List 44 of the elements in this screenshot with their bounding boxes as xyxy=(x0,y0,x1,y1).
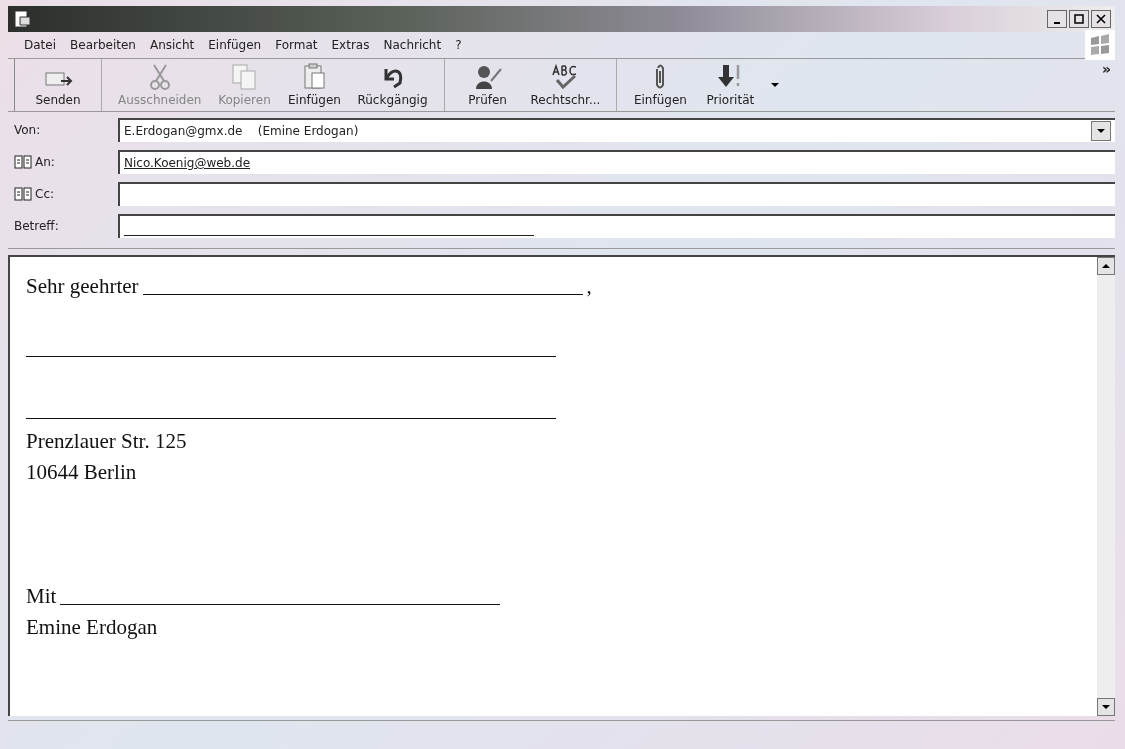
dropdown-arrow-icon[interactable] xyxy=(771,83,780,87)
menu-item[interactable]: Extras xyxy=(331,38,370,52)
close-icon xyxy=(1096,14,1106,24)
menu-item[interactable]: Nachricht xyxy=(383,38,442,52)
input-field[interactable]: Nico.Koenig@web.de xyxy=(118,150,1115,174)
field-label: Cc: xyxy=(35,187,55,201)
input-field[interactable] xyxy=(118,214,1115,238)
menu-item[interactable]: Einfügen xyxy=(208,38,262,52)
toolbar-button[interactable]: Rechtschr... xyxy=(522,59,609,111)
toolbar-overflow-chevron[interactable]: » xyxy=(1097,59,1115,111)
menu-item[interactable]: ? xyxy=(455,38,462,52)
sender-dropdown[interactable]: E.Erdogan@gmx.de (Emine Erdogan) xyxy=(118,118,1115,142)
vertical-scrollbar[interactable] xyxy=(1097,257,1115,716)
envelope-page-icon xyxy=(12,9,32,29)
maximize-button[interactable] xyxy=(1069,10,1089,28)
field-label: An: xyxy=(35,155,55,169)
address-book-icon[interactable] xyxy=(14,187,32,201)
body-text: 10644 Berlin xyxy=(26,459,137,486)
toolbar-button[interactable]: Senden xyxy=(23,59,93,111)
close-button[interactable] xyxy=(1091,10,1111,28)
maximize-icon xyxy=(1074,14,1084,24)
input-field[interactable] xyxy=(118,182,1115,206)
toolbar-button[interactable]: Einfügen xyxy=(279,59,350,111)
menu-item[interactable]: Bearbeiten xyxy=(70,38,136,52)
toolbar-button[interactable]: Rückgängig xyxy=(349,59,436,111)
toolbar-button[interactable]: Prüfen xyxy=(452,59,523,111)
menu-item[interactable]: Ansicht xyxy=(149,38,195,52)
body-text: , xyxy=(586,273,592,300)
minimize-button[interactable] xyxy=(1047,10,1067,28)
minimize-icon xyxy=(1054,22,1060,24)
body-text: Mit xyxy=(26,583,57,610)
paperclip-icon xyxy=(655,63,666,91)
address-book-icon[interactable] xyxy=(14,155,32,169)
field-label: Von: xyxy=(14,123,41,137)
body-text: Emine Erdogan xyxy=(26,614,158,641)
scroll-up-icon[interactable] xyxy=(1097,257,1115,275)
toolbar-button[interactable]: Priorität xyxy=(695,59,766,111)
scroll-down-icon[interactable] xyxy=(1097,698,1115,716)
body-text: Sehr geehrter xyxy=(26,273,139,300)
body-text: Prenzlauer Str. 125 xyxy=(26,428,187,455)
menu-item[interactable]: Format xyxy=(275,38,318,52)
field-label: Betreff: xyxy=(14,219,59,233)
toolbar-button[interactable]: Einfügen xyxy=(625,59,696,111)
menu-item[interactable]: Datei xyxy=(24,38,56,52)
